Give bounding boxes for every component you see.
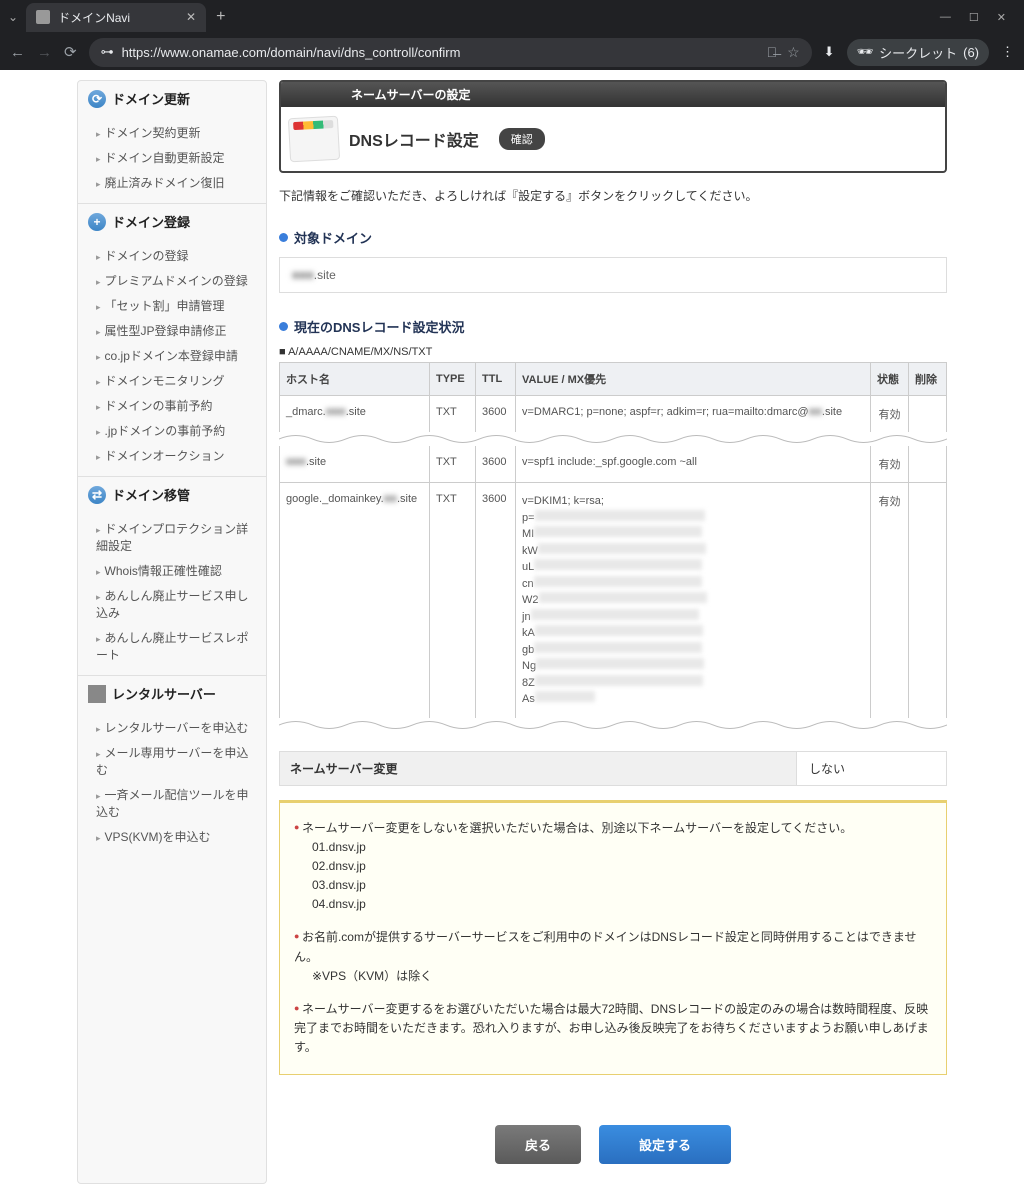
breadcrumb: ネームサーバーの設定 — [281, 82, 945, 107]
sidebar-item[interactable]: ドメインの事前予約 — [78, 393, 266, 418]
col-delete: 削除 — [909, 363, 947, 396]
chevron-down-icon[interactable]: ⌄ — [8, 10, 18, 24]
target-domain-value: ■■■.site — [279, 257, 947, 293]
site-info-icon[interactable]: ⊶ — [101, 44, 114, 60]
sidebar-head-update: ⟳ ドメイン更新 — [78, 81, 266, 116]
sidebar: ⟳ ドメイン更新 ドメイン契約更新 ドメイン自動更新設定 廃止済みドメイン復旧 … — [77, 80, 267, 1184]
sidebar-item[interactable]: Whois情報正確性確認 — [78, 558, 266, 583]
main-content: ネームサーバーの設定 DNSレコード設定 確認 下記情報をご確認いただき、よろし… — [279, 80, 947, 1184]
browser-tab[interactable]: ドメインNavi ✕ — [26, 3, 206, 32]
col-value: VALUE / MX優先 — [516, 363, 871, 396]
eye-off-icon[interactable]: 👁̶ — [767, 44, 778, 61]
back-icon[interactable]: ← — [10, 44, 25, 61]
sidebar-item[interactable]: ドメインモニタリング — [78, 368, 266, 393]
page-icon — [288, 116, 340, 163]
sidebar-item[interactable]: あんしん廃止サービスレポート — [78, 625, 266, 667]
dns-table: ホスト名 TYPE TTL VALUE / MX優先 状態 削除 _dmarc.… — [279, 362, 947, 433]
title-box: ネームサーバーの設定 DNSレコード設定 確認 — [279, 80, 947, 173]
table-row: ■■■.site TXT3600 v=spf1 include:_spf.goo… — [280, 446, 947, 483]
table-row: google._domainkey.■■.site TXT3600 v=DKIM… — [280, 483, 947, 719]
col-status: 状態 — [871, 363, 909, 396]
server-icon — [88, 685, 106, 703]
sidebar-item[interactable]: co.jpドメイン本登録申請 — [78, 343, 266, 368]
download-icon[interactable]: ⬇ — [824, 44, 835, 60]
sidebar-item[interactable]: ドメイン自動更新設定 — [78, 145, 266, 170]
sidebar-head-server: レンタルサーバー — [78, 676, 266, 711]
sidebar-item[interactable]: 一斉メール配信ツールを申込む — [78, 782, 266, 824]
address-bar[interactable]: ⊶ https://www.onamae.com/domain/navi/dns… — [89, 38, 812, 67]
url-text: https://www.onamae.com/domain/navi/dns_c… — [122, 45, 461, 60]
close-window-icon[interactable]: ✕ — [997, 11, 1006, 24]
new-tab-button[interactable]: + — [216, 8, 225, 26]
minimize-icon[interactable]: — — [940, 11, 951, 24]
sidebar-item[interactable]: プレミアムドメインの登録 — [78, 268, 266, 293]
tab-title: ドメインNavi — [58, 9, 130, 26]
nameserver-row: ネームサーバー変更 しない — [279, 751, 947, 786]
sidebar-head-register: + ドメイン登録 — [78, 204, 266, 239]
transfer-icon: ⇄ — [88, 486, 106, 504]
submit-button[interactable]: 設定する — [599, 1125, 731, 1164]
notice-item: お名前.comが提供するサーバーサービスをご利用中のドメインはDNSレコード設定… — [294, 928, 932, 986]
favicon — [36, 10, 50, 24]
menu-icon[interactable]: ⋮ — [1001, 44, 1014, 60]
reload-icon[interactable]: ⟳ — [64, 43, 77, 61]
close-tab-icon[interactable]: ✕ — [186, 10, 196, 24]
notice-item: ネームサーバー変更するをお選びいただいた場合は最大72時間、DNSレコードの設定… — [294, 1000, 932, 1058]
instruction-text: 下記情報をご確認いただき、よろしければ『設定する』ボタンをクリックしてください。 — [279, 187, 947, 204]
sidebar-item[interactable]: あんしん廃止サービス申し込み — [78, 583, 266, 625]
notice-box: ネームサーバー変更をしないを選択いただいた場合は、別途以下ネームサーバーを設定し… — [279, 800, 947, 1075]
sidebar-item[interactable]: 廃止済みドメイン復旧 — [78, 170, 266, 195]
page-title: DNSレコード設定 — [349, 127, 479, 151]
sidebar-item[interactable]: 「セット割」申請管理 — [78, 293, 266, 318]
sidebar-item[interactable]: VPS(KVM)を申込む — [78, 824, 266, 849]
table-row: _dmarc.■■■.site TXT3600 v=DMARC1; p=none… — [280, 396, 947, 433]
notice-item: ネームサーバー変更をしないを選択いただいた場合は、別途以下ネームサーバーを設定し… — [294, 819, 932, 915]
sidebar-item[interactable]: .jpドメインの事前予約 — [78, 418, 266, 443]
status-chip: 確認 — [499, 128, 545, 150]
sidebar-head-transfer: ⇄ ドメイン移管 — [78, 477, 266, 512]
section-target-domain: 対象ドメイン — [279, 228, 947, 247]
col-host: ホスト名 — [280, 363, 430, 396]
nameserver-value: しない — [796, 752, 946, 785]
col-type: TYPE — [430, 363, 476, 396]
incognito-badge[interactable]: 🕶 シークレット (6) — [847, 39, 989, 66]
sidebar-item[interactable]: ドメインプロテクション詳細設定 — [78, 516, 266, 558]
sidebar-item[interactable]: ドメインオークション — [78, 443, 266, 468]
sidebar-item[interactable]: レンタルサーバーを申込む — [78, 715, 266, 740]
section-dns-status: 現在のDNSレコード設定状況 — [279, 317, 947, 336]
star-icon[interactable]: ☆ — [787, 44, 800, 61]
col-ttl: TTL — [476, 363, 516, 396]
sidebar-item[interactable]: 属性型JP登録申請修正 — [78, 318, 266, 343]
dns-sublabel: A/AAAA/CNAME/MX/NS/TXT — [279, 346, 947, 358]
cut-line — [279, 718, 947, 732]
maximize-icon[interactable]: ☐ — [969, 11, 979, 24]
nameserver-label: ネームサーバー変更 — [280, 752, 408, 785]
sidebar-item[interactable]: ドメインの登録 — [78, 243, 266, 268]
sidebar-item[interactable]: メール専用サーバーを申込む — [78, 740, 266, 782]
incognito-icon: 🕶 — [857, 44, 874, 60]
back-button[interactable]: 戻る — [495, 1125, 581, 1164]
browser-chrome: ⌄ ドメインNavi ✕ + — ☐ ✕ ← → ⟳ ⊶ https://www… — [0, 0, 1024, 70]
plus-icon: + — [88, 213, 106, 231]
forward-icon[interactable]: → — [37, 44, 52, 61]
refresh-icon: ⟳ — [88, 90, 106, 108]
cut-line — [279, 432, 947, 446]
sidebar-item[interactable]: ドメイン契約更新 — [78, 120, 266, 145]
